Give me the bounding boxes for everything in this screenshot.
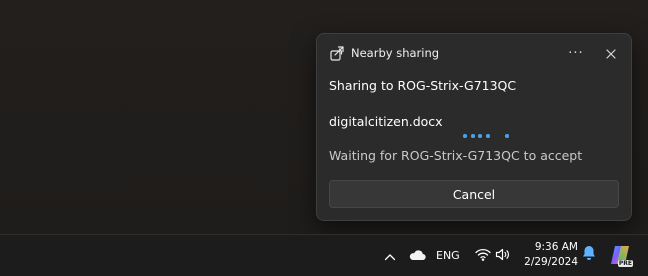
volume-icon [495,246,511,265]
volume-button[interactable] [494,245,512,265]
onedrive-button[interactable] [406,245,428,265]
progress-dot [471,134,475,138]
waiting-status-text: Waiting for ROG-Strix-G713QC to accept [329,148,583,163]
onedrive-cloud-icon [408,246,426,265]
close-button[interactable] [599,42,623,64]
more-options-button[interactable]: ··· [563,42,589,64]
copilot-preview-badge: PRE [617,260,633,267]
taskbar: ENG 9:36 AM 2/29/2024 PRE [0,234,648,276]
wifi-icon [475,246,491,265]
progress-dot [486,134,490,138]
network-button[interactable] [474,245,492,265]
cancel-button[interactable]: Cancel [329,180,619,208]
progress-dot [478,134,482,138]
app-title: Nearby sharing [351,46,440,60]
show-hidden-icons-button[interactable] [380,245,400,265]
cancel-button-label: Cancel [452,186,496,202]
nearby-sharing-notification: Nearby sharing ··· Sharing to ROG-Strix-… [316,33,632,221]
notification-header: Nearby sharing ··· [317,34,631,72]
progress-indicator [463,134,515,138]
progress-dot [463,134,467,138]
progress-dot [505,134,509,138]
clock-date: 2/29/2024 [524,256,578,268]
copilot-icon: PRE [609,244,633,267]
clock-button[interactable]: 9:36 AM 2/29/2024 [522,240,578,270]
file-name-text: digitalcitizen.docx [329,114,443,129]
more-options-icon: ··· [568,45,584,61]
notification-bell-icon [582,245,596,265]
clock-time: 9:36 AM [534,241,578,253]
chevron-up-icon [384,246,396,265]
sharing-target-text: Sharing to ROG-Strix-G713QC [329,78,517,93]
close-icon [606,44,616,63]
share-icon [329,44,347,62]
notification-center-button[interactable] [580,245,598,265]
input-language-button[interactable]: ENG [436,245,460,265]
language-label: ENG [436,248,460,262]
copilot-button[interactable]: PRE [608,243,633,267]
